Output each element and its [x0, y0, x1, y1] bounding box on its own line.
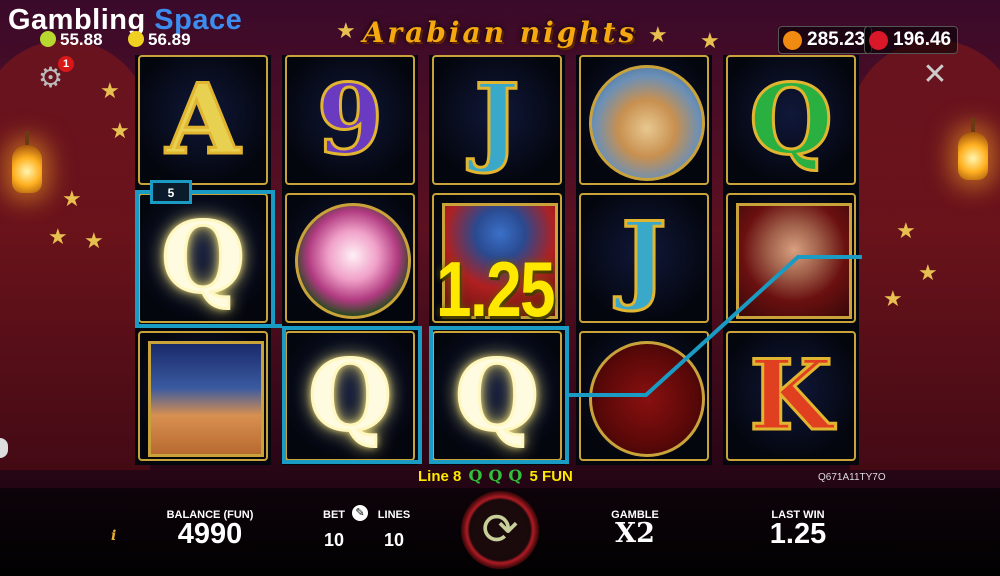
q-symbol-icon: Q — [488, 466, 503, 485]
last-win-value: 1.25 — [769, 518, 827, 550]
lines-label: LINES — [377, 509, 411, 521]
bet-label: BET — [323, 509, 345, 521]
win-line-info: Line 8 QQQ 5 FUN — [418, 466, 573, 485]
q-symbol-icon: Q — [508, 466, 523, 485]
gamble-button[interactable]: X2 — [600, 518, 670, 549]
lines-value[interactable]: 10 — [374, 530, 414, 551]
spin-button[interactable]: ⟳ — [461, 491, 539, 569]
win-line-label: Line 8 — [418, 468, 462, 485]
edit-bet-icon[interactable]: ✎ — [352, 505, 368, 521]
ticket-code: Q671A11TY7O — [818, 472, 886, 483]
balance-value: 4990 — [177, 518, 243, 550]
info-icon[interactable]: i — [111, 528, 116, 544]
win-line-payout: 5 FUN — [529, 468, 573, 485]
win-amount-overlay: 1.25 — [436, 245, 556, 333]
bet-value[interactable]: 10 — [314, 530, 354, 551]
payline-number-badge: 5 — [150, 180, 192, 204]
spin-arrows-icon: ⟳ — [481, 505, 519, 554]
q-symbol-icon: Q — [468, 466, 483, 485]
